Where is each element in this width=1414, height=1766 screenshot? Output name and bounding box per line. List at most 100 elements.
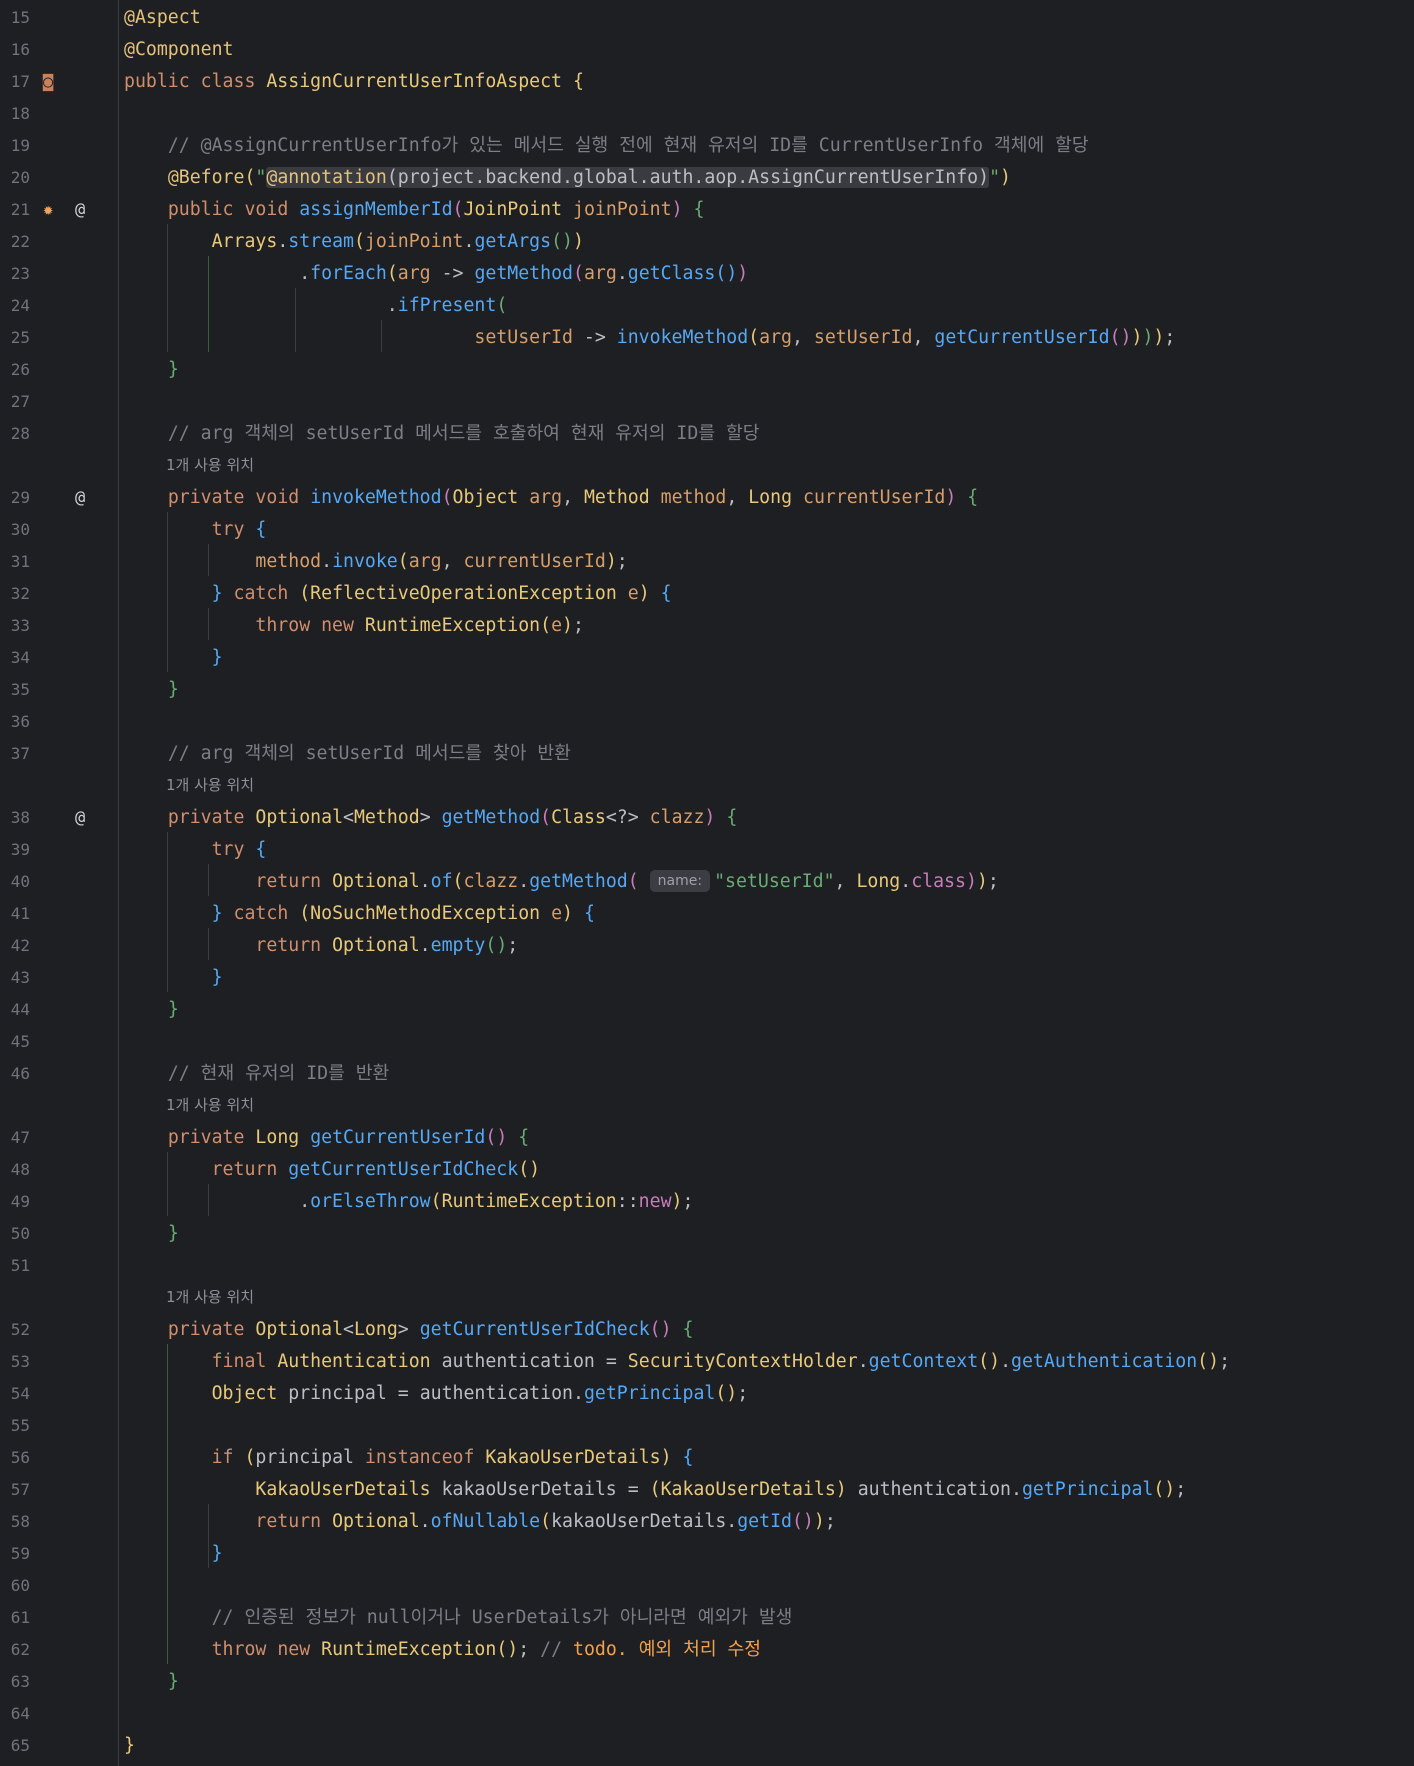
line-number: 49 [10,1192,30,1211]
line-number: 27 [10,392,30,411]
code-line[interactable]: 40 return Optional.of(clazz.getMethod( n… [0,866,1414,898]
code-text: Object principal = authentication.getPri… [211,1383,749,1404]
line-number: 53 [10,1352,30,1371]
code-text: // @AssignCurrentUserInfo가 있는 메서드 실행 전에 … [167,135,1089,156]
line-number: 26 [10,360,30,379]
code-text: public void assignMemberId(JoinPoint joi… [167,199,705,220]
code-line[interactable]: 38 @ private Optional<Method> getMethod(… [0,802,1414,834]
code-line[interactable]: 25 setUserId -> invokeMethod(arg, setUse… [0,322,1414,354]
code-line[interactable]: 65 } [0,1730,1414,1762]
code-line[interactable]: 39 try { [0,834,1414,866]
code-text: Arrays.stream(joinPoint.getArgs()) [211,231,584,252]
line-number: 43 [10,968,30,987]
code-line[interactable]: 37 // arg 객체의 setUserId 메서드를 찾아 반환 [0,738,1414,770]
code-line[interactable]: 16 @Component [0,34,1414,66]
code-text: final Authentication authentication = Se… [211,1351,1231,1372]
code-line[interactable]: 46 // 현재 유저의 ID를 반환 [0,1058,1414,1090]
code-text: throw new RuntimeException(e); [255,615,584,636]
code-line[interactable]: 20 @Before("@annotation(project.backend.… [0,162,1414,194]
code-text: KakaoUserDetails kakaoUserDetails = (Kak… [255,1479,1187,1500]
line-number: 40 [10,872,30,891]
line-number: 60 [10,1576,30,1595]
line-number: 63 [10,1672,30,1691]
code-text: // arg 객체의 setUserId 메서드를 호출하여 현재 유저의 ID… [167,423,760,444]
code-editor[interactable]: 15 @Aspect 16 @Component 17 ◙ public cla… [0,0,1414,1766]
line-number: 34 [10,648,30,667]
code-line[interactable]: 48 return getCurrentUserIdCheck() [0,1154,1414,1186]
code-text: } [167,359,179,380]
code-line[interactable]: 59 } [0,1538,1414,1570]
line-number: 35 [10,680,30,699]
code-line[interactable]: 56 if (principal instanceof KakaoUserDet… [0,1442,1414,1474]
code-line[interactable]: 31 method.invoke(arg, currentUserId); [0,546,1414,578]
code-text: } catch (NoSuchMethodException e) { [211,903,595,924]
code-line[interactable]: 32 } catch (ReflectiveOperationException… [0,578,1414,610]
line-number: 32 [10,584,30,603]
code-text: // 인증된 정보가 null이거나 UserDetails가 아니라면 예외가… [211,1607,793,1628]
code-line[interactable]: 41 } catch (NoSuchMethodException e) { [0,898,1414,930]
line-number: 38 [10,808,30,827]
code-line[interactable]: 63 } [0,1666,1414,1698]
code-line[interactable]: 42 return Optional.empty(); [0,930,1414,962]
code-line[interactable]: 17 ◙ public class AssignCurrentUserInfoA… [0,66,1414,98]
code-line[interactable]: 62 throw new RuntimeException(); // todo… [0,1634,1414,1666]
code-line[interactable]: 57 KakaoUserDetails kakaoUserDetails = (… [0,1474,1414,1506]
usage-hint[interactable]: 1개 사용 위치 [166,1284,254,1310]
code-line[interactable]: 15 @Aspect [0,2,1414,34]
usage-hint[interactable]: 1개 사용 위치 [166,1092,254,1118]
code-line[interactable]: 54 Object principal = authentication.get… [0,1378,1414,1410]
code-line[interactable]: 36 [0,706,1414,738]
line-number: 48 [10,1160,30,1179]
line-number: 33 [10,616,30,635]
line-number: 22 [10,232,30,251]
usage-hint[interactable]: 1개 사용 위치 [166,452,254,478]
at-icon[interactable]: @ [75,802,85,834]
code-line[interactable]: 53 final Authentication authentication =… [0,1346,1414,1378]
code-line[interactable]: 26 } [0,354,1414,386]
code-line[interactable]: 55 [0,1410,1414,1442]
code-line[interactable]: 51 [0,1250,1414,1282]
line-number: 15 [10,8,30,27]
code-line[interactable]: 61 // 인증된 정보가 null이거나 UserDetails가 아니라면 … [0,1602,1414,1634]
code-text: setUserId -> invokeMethod(arg, setUserId… [474,327,1176,348]
at-icon[interactable]: @ [75,194,85,226]
code-line[interactable]: 33 throw new RuntimeException(e); [0,610,1414,642]
line-number: 55 [10,1416,30,1435]
code-line[interactable]: 22 Arrays.stream(joinPoint.getArgs()) [0,226,1414,258]
code-line[interactable]: 44 } [0,994,1414,1026]
code-line[interactable]: 47 private Long getCurrentUserId() { [0,1122,1414,1154]
code-line[interactable]: 60 [0,1570,1414,1602]
code-line[interactable]: 50 } [0,1218,1414,1250]
code-line[interactable]: 24 .ifPresent( [0,290,1414,322]
code-text: return Optional.ofNullable(kakaoUserDeta… [255,1511,836,1532]
code-line[interactable]: 52 private Optional<Long> getCurrentUser… [0,1314,1414,1346]
line-number: 51 [10,1256,30,1275]
line-number: 54 [10,1384,30,1403]
code-line[interactable]: 29 @ private void invokeMethod(Object ar… [0,482,1414,514]
code-line[interactable]: 64 [0,1698,1414,1730]
line-number: 50 [10,1224,30,1243]
code-line[interactable]: 28 // arg 객체의 setUserId 메서드를 호출하여 현재 유저의… [0,418,1414,450]
usage-hint[interactable]: 1개 사용 위치 [166,772,254,798]
code-line[interactable]: 45 [0,1026,1414,1058]
code-line[interactable]: 23 .forEach(arg -> getMethod(arg.getClas… [0,258,1414,290]
code-text: } [167,1223,179,1244]
line-number: 58 [10,1512,30,1531]
code-line[interactable]: 21 ✹ @ public void assignMemberId(JoinPo… [0,194,1414,226]
code-line[interactable]: 19 // @AssignCurrentUserInfo가 있는 메서드 실행 … [0,130,1414,162]
code-line[interactable]: 43 } [0,962,1414,994]
code-line[interactable]: 58 return Optional.ofNullable(kakaoUserD… [0,1506,1414,1538]
code-text: private Optional<Method> getMethod(Class… [167,807,738,828]
code-text: .ifPresent( [124,295,508,316]
bean-icon[interactable]: ◙ [43,66,53,98]
code-line[interactable]: 18 [0,98,1414,130]
at-icon[interactable]: @ [75,482,85,514]
code-text: .orElseThrow(RuntimeException::new); [124,1191,694,1212]
code-line[interactable]: 27 [0,386,1414,418]
code-line[interactable]: 49 .orElseThrow(RuntimeException::new); [0,1186,1414,1218]
code-line[interactable]: 30 try { [0,514,1414,546]
code-text: return Optional.empty(); [255,935,519,956]
code-line[interactable]: 35 } [0,674,1414,706]
lightbulb-icon[interactable]: ✹ [43,194,53,226]
code-line[interactable]: 34 } [0,642,1414,674]
